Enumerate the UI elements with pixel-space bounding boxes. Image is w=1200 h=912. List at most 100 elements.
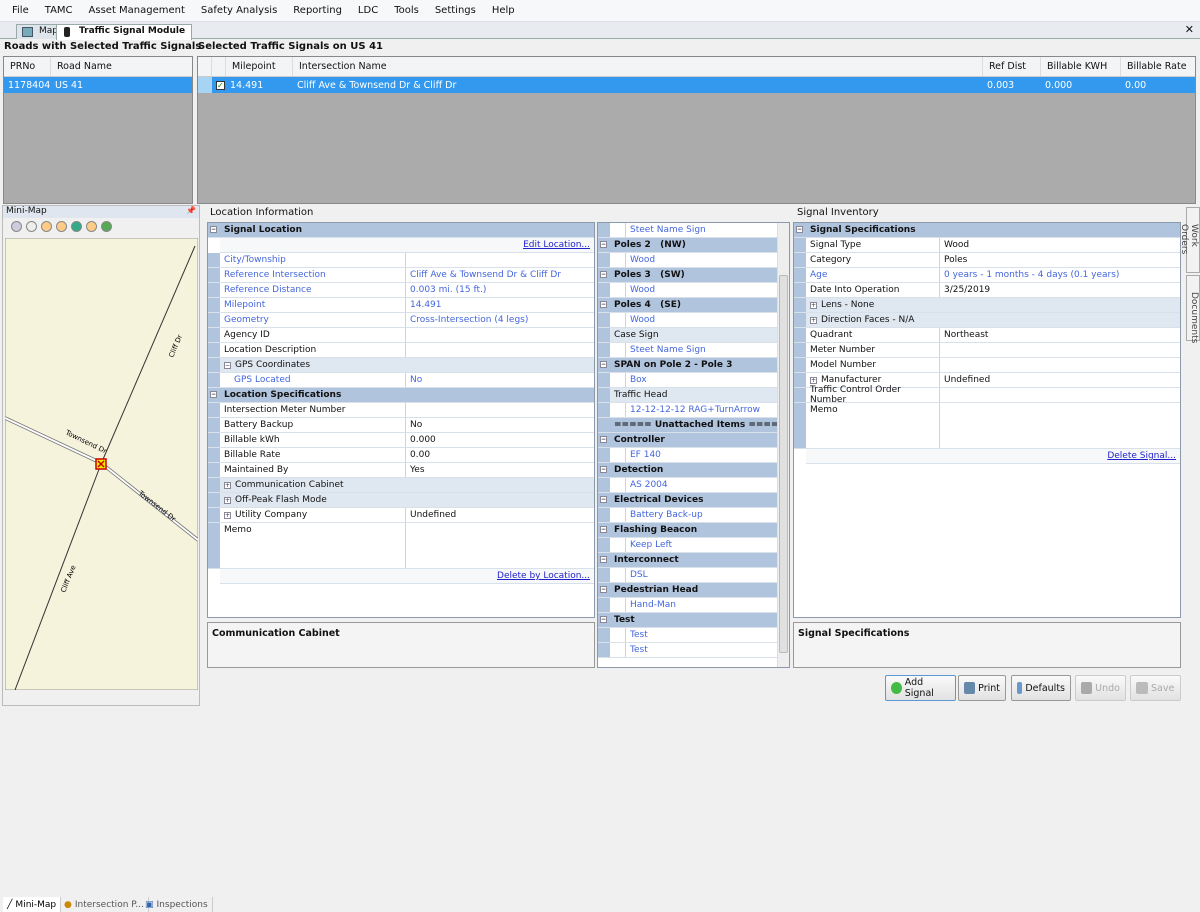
column-header-billable-rate[interactable]: Billable Rate [1121,57,1195,76]
menu-ldc[interactable]: LDC [350,5,386,16]
property-value[interactable]: 3/25/2019 [940,283,1180,297]
column-header-road-name[interactable]: Road Name [51,57,192,76]
column-header-prno[interactable]: PRNo [4,57,51,76]
tree-group[interactable]: − Detection [598,463,778,478]
tree-item[interactable]: Keep Left [598,538,778,553]
pan-hand-icon[interactable] [26,221,37,232]
collapse-icon[interactable]: − [210,226,217,233]
expand-icon[interactable]: + [224,481,231,489]
undo-button[interactable]: Undo [1075,675,1126,701]
tree-group[interactable]: − Interconnect [598,553,778,568]
property-row[interactable]: Memo [794,403,1180,449]
property-value[interactable]: 0.003 mi. (15 ft.) [406,283,594,297]
print-button[interactable]: Print [958,675,1006,701]
category-header[interactable]: − Location Specifications [208,388,594,403]
property-row[interactable]: Intersection Meter Number [208,403,594,418]
column-header-ref-dist[interactable]: Ref Dist [983,57,1041,76]
tree-item[interactable]: Wood [598,253,778,268]
table-row[interactable]: 1178404 US 41 [4,77,192,93]
menu-safety-analysis[interactable]: Safety Analysis [193,5,285,16]
collapse-icon[interactable]: − [600,556,607,563]
property-row[interactable]: Model Number [794,358,1180,373]
menu-reporting[interactable]: Reporting [285,5,350,16]
collapse-icon[interactable]: − [600,271,607,278]
tree-item[interactable]: Wood [598,313,778,328]
expand-icon[interactable]: + [810,376,817,384]
tree-item[interactable]: 12-12-12-12 RAG+TurnArrow [598,403,778,418]
tree-group[interactable]: − Poles 3 (SW) [598,268,778,283]
close-icon[interactable]: ✕ [1185,23,1194,36]
tree-item[interactable]: EF 140 [598,448,778,463]
property-row[interactable]: Meter Number [794,343,1180,358]
expand-icon[interactable]: + [224,511,231,519]
collapse-icon[interactable]: − [210,391,217,398]
scrollbar-thumb[interactable] [779,275,788,653]
tree-group[interactable]: − SPAN on Pole 2 - Pole 3 [598,358,778,373]
menu-file[interactable]: File [4,5,37,16]
property-row[interactable]: Signal Type Wood [794,238,1180,253]
globe-icon[interactable] [71,221,82,232]
column-header-intersection-name[interactable]: Intersection Name [293,57,983,76]
tree-item[interactable]: Box [598,373,778,388]
expand-icon[interactable]: + [810,301,817,309]
zoom-out-icon[interactable] [86,221,97,232]
full-extent-icon[interactable] [101,221,112,232]
property-row[interactable]: Reference Distance 0.003 mi. (15 ft.) [208,283,594,298]
tab-mini-map[interactable]: ╱ Mini-Map [3,897,62,912]
minimap-canvas[interactable]: Cliff Dr Townsend Dr Townsend Dr Cliff A… [5,238,198,690]
property-value[interactable]: Northeast [940,328,1180,342]
property-value[interactable] [940,403,1180,448]
property-value[interactable]: No [406,418,594,432]
tab-traffic-signal-module[interactable]: Traffic Signal Module [56,24,193,40]
menu-asset-management[interactable]: Asset Management [81,5,193,16]
tree-item[interactable]: Test [598,628,778,643]
property-row[interactable]: + Utility Company Undefined [208,508,594,523]
column-header-milepoint[interactable]: Milepoint [226,57,293,76]
tab-intersection-p[interactable]: ● Intersection P... [60,897,149,912]
link-delete-signal[interactable]: Delete Signal... [1107,449,1180,463]
signal-marker-icon[interactable] [95,458,107,470]
add-signal-button[interactable]: Add Signal [885,675,956,701]
expandable-group[interactable]: + Lens - None [794,298,1180,313]
tree-item[interactable]: Steet Name Sign [598,223,778,238]
side-tab-documents[interactable]: Documents [1186,275,1200,343]
expandable-group[interactable]: + Direction Faces - N/A [794,313,1180,328]
tree-item[interactable]: DSL [598,568,778,583]
collapse-icon[interactable]: − [600,526,607,533]
category-header[interactable]: − Signal Location [208,223,594,238]
property-row[interactable]: Age 0 years - 1 months - 4 days (0.1 year… [794,268,1180,283]
expandable-group[interactable]: + Off-Peak Flash Mode [208,493,594,508]
pin-icon[interactable]: 📌 [186,206,196,215]
tree-group[interactable]: − Electrical Devices [598,493,778,508]
tree-item[interactable]: Test [598,643,778,658]
property-row[interactable]: Date Into Operation 3/25/2019 [794,283,1180,298]
property-value[interactable]: Cliff Ave & Townsend Dr & Cliff Dr [406,268,594,282]
column-header-billable-kwh[interactable]: Billable KWH [1041,57,1121,76]
property-value[interactable]: Wood [940,238,1180,252]
tab-inspections[interactable]: ▣ Inspections [141,897,213,912]
tree-group[interactable]: − Poles 4 (SE) [598,298,778,313]
menu-tamc[interactable]: TAMC [37,5,81,16]
defaults-button[interactable]: Defaults [1011,675,1071,701]
property-row[interactable]: Traffic Control Order Number [794,385,1180,405]
property-value[interactable] [406,523,594,568]
property-row[interactable]: Milepoint 14.491 [208,298,594,313]
tree-subgroup[interactable]: Case Sign [598,328,778,343]
zoom-icon[interactable] [41,221,52,232]
collapse-icon[interactable]: − [600,616,607,623]
property-row[interactable]: Quadrant Northeast [794,328,1180,343]
property-row[interactable]: Maintained By Yes [208,463,594,478]
collapse-icon[interactable]: − [600,466,607,473]
expandable-group[interactable]: − GPS Coordinates [208,358,594,373]
property-row[interactable]: Memo [208,523,594,569]
property-value[interactable]: Undefined [406,508,594,522]
tree-group[interactable]: − Test [598,613,778,628]
tree-item[interactable]: Battery Back-up [598,508,778,523]
property-value[interactable]: Undefined [940,373,1180,387]
property-value[interactable]: Poles [940,253,1180,267]
property-row[interactable]: Agency ID [208,328,594,343]
property-value[interactable] [406,343,594,357]
property-row[interactable]: Billable Rate 0.00 [208,448,594,463]
collapse-icon[interactable]: − [600,436,607,443]
property-value[interactable] [940,388,1180,402]
